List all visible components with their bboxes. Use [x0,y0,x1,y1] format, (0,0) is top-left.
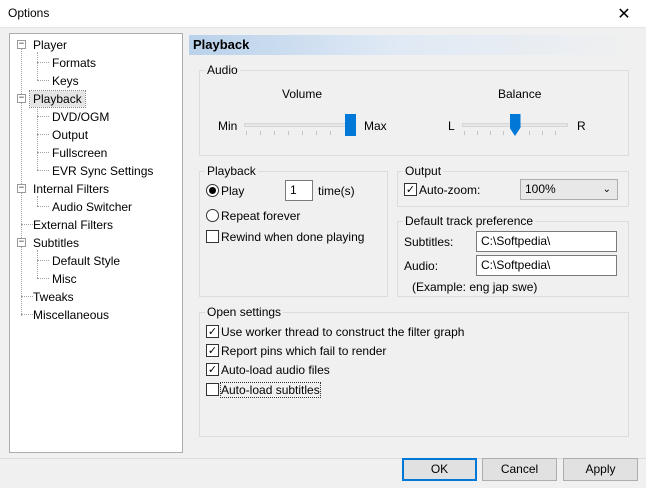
tree-line [37,250,38,278]
tree-item-player[interactable]: Player [30,37,70,53]
slider-tick [477,131,478,135]
tree-line [37,62,49,63]
repeat-forever-label: Repeat forever [221,209,301,223]
worker-thread-checkbox[interactable]: ✓ [206,325,219,338]
slider-tick [260,131,261,135]
tree-item-evr-sync-settings[interactable]: EVR Sync Settings [49,163,156,179]
report-pins-label: Report pins which fail to render [221,344,387,358]
play-radio[interactable] [206,184,219,197]
track-preference-label: Default track preference [403,214,536,228]
tree-line [37,196,38,206]
slider-tick [288,131,289,135]
tree-item-fullscreen[interactable]: Fullscreen [49,145,110,161]
report-pins-checkbox[interactable]: ✓ [206,344,219,357]
tree-line [37,52,38,80]
autoload-subtitles-checkbox[interactable] [206,383,219,396]
audio-pref-label: Audio: [404,259,439,273]
volume-title: Volume [282,87,323,101]
slider-tick [555,131,556,135]
tree-line [21,46,22,316]
collapse-icon[interactable]: − [17,40,26,49]
balance-title: Balance [498,87,542,101]
repeat-forever-radio[interactable] [206,209,219,222]
slider-tick [542,131,543,135]
ok-button[interactable]: OK [402,458,477,481]
play-label: Play [221,184,245,198]
tree-item-playback[interactable]: Playback [29,90,86,108]
volume-max-label: Max [364,119,387,133]
zoom-select-value: 100% [525,182,556,196]
track-pref-example: (Example: eng jap swe) [412,280,538,294]
slider-tick [464,131,465,135]
worker-thread-label: Use worker thread to construct the filte… [221,325,465,339]
autozoom-label: Auto-zoom: [419,183,481,197]
autoload-audio-checkbox[interactable]: ✓ [206,363,219,376]
cancel-button[interactable]: Cancel [482,458,557,481]
slider-tick [316,131,317,135]
tree-line [37,116,49,117]
tree-item-keys[interactable]: Keys [49,73,82,89]
autozoom-checkbox[interactable]: ✓ [404,183,417,196]
audio-group-label: Audio [205,63,240,77]
slider-tick [302,131,303,135]
subtitles-pref-label: Subtitles: [404,235,454,249]
tree-item-audio-switcher[interactable]: Audio Switcher [49,199,135,215]
chevron-down-icon: ⌄ [602,184,611,195]
apply-button[interactable]: Apply [563,458,638,481]
autoload-audio-label: Auto-load audio files [221,363,330,377]
audio-pref-input[interactable]: C:\Softpedia\ [476,255,617,276]
autoload-subtitles-label: Auto-load subtitles [220,382,321,398]
tree-line [37,152,49,153]
tree-line [37,134,49,135]
balance-left-label: L [448,119,455,133]
subtitles-pref-input[interactable]: C:\Softpedia\ [476,231,617,252]
tree-item-dvd-ogm[interactable]: DVD/OGM [49,109,112,125]
collapse-icon[interactable]: − [17,238,26,247]
rewind-checkbox[interactable] [206,230,219,243]
audio-group [199,70,629,156]
volume-min-label: Min [218,119,238,133]
tree-item-default-style[interactable]: Default Style [49,253,123,269]
slider-tick [529,131,530,135]
tree-line [37,80,49,81]
title-bar: Options ✕ [0,0,646,28]
balance-right-label: R [577,119,586,133]
collapse-icon[interactable]: − [17,94,26,103]
slider-tick [503,131,504,135]
tree-item-miscellaneous[interactable]: Miscellaneous [30,307,112,323]
tree-item-misc[interactable]: Misc [49,271,80,287]
tree-item-subtitles[interactable]: Subtitles [30,235,82,251]
slider-tick [330,131,331,135]
tree-item-external-filters[interactable]: External Filters [30,217,116,233]
volume-slider-thumb[interactable] [345,114,356,136]
slider-tick [490,131,491,135]
zoom-select[interactable]: 100% ⌄ [520,179,618,200]
times-label: time(s) [318,184,355,198]
volume-slider-track [244,123,356,127]
options-tree[interactable]: − − − − Player Formats Keys Playback DVD… [9,33,183,453]
rewind-label: Rewind when done playing [221,230,365,244]
collapse-icon[interactable]: − [17,184,26,193]
playback-group-label: Playback [205,164,258,178]
page-title: Playback [189,35,637,55]
slider-tick [274,131,275,135]
tree-item-tweaks[interactable]: Tweaks [30,289,77,305]
tree-item-internal-filters[interactable]: Internal Filters [30,181,112,197]
tree-line [37,170,49,171]
open-settings-label: Open settings [205,305,284,319]
window-title: Options [8,6,50,20]
tree-item-output[interactable]: Output [49,127,91,143]
tree-item-formats[interactable]: Formats [49,55,99,71]
slider-tick [246,131,247,135]
tree-line [37,206,49,207]
play-count-input[interactable]: 1 [285,180,313,201]
output-group-label: Output [403,164,444,178]
close-icon[interactable]: ✕ [602,0,646,28]
tree-line [37,278,49,279]
tree-line [37,260,49,261]
